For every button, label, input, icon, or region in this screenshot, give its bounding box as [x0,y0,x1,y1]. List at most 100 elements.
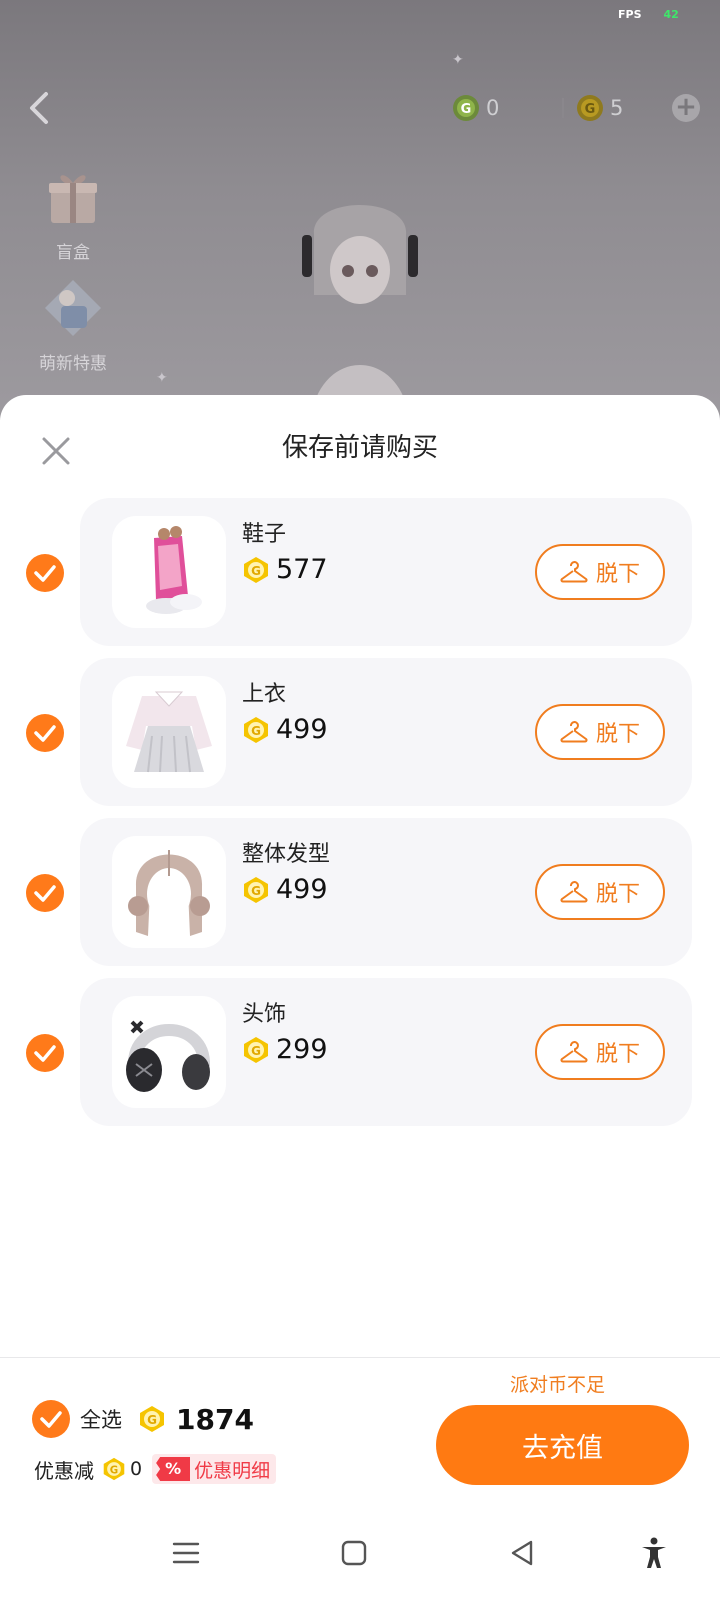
svg-text:G: G [147,1413,157,1427]
back-nav-button[interactable] [504,1535,540,1571]
gift-box-icon [49,175,97,223]
accessibility-button[interactable] [636,1535,672,1571]
take-off-button[interactable]: 脱下 [535,544,665,600]
accessibility-icon [642,1537,666,1568]
menu-button[interactable] [168,1535,204,1571]
item-row-top: 上衣 G 499 脱下 [0,658,720,806]
currency-bar: G 0 G 5 + [452,90,702,126]
item-checkbox[interactable] [26,554,64,592]
back-button[interactable] [22,88,58,128]
shoes-icon [146,526,202,614]
coin-icon: G [244,876,268,903]
currency-coin: G 5 [576,94,623,122]
fps-label: FPS [618,8,642,21]
coin-icon: G [103,1457,125,1481]
item-thumbnail [112,516,226,628]
svg-text:G: G [585,102,596,117]
select-all-checkbox[interactable] [32,1400,70,1438]
sheet-title: 保存前请购买 [281,433,438,463]
sparkle-icon: ✦ [156,370,168,386]
discount-badge: % [156,1457,191,1481]
svg-text:G: G [110,1464,118,1476]
svg-text:G: G [251,884,261,898]
item-thumbnail [112,676,226,788]
recharge-button[interactable]: 去充值 [436,1405,689,1485]
outfit-bundle-icon [45,280,101,336]
item-thumbnail [112,836,226,948]
take-off-label: 脱下 [595,1042,640,1067]
coin-icon: G [140,1406,164,1432]
checkmark-icon [34,725,56,742]
add-currency-button[interactable]: + [672,94,700,122]
item-price-value: 499 [276,714,328,745]
checkmark-icon [34,1045,56,1062]
item-price-value: 299 [276,1034,328,1065]
discount-row: 优惠减 G 0 % 优惠明细 [34,1454,277,1484]
hairstyle-icon [128,850,210,936]
item-checkbox[interactable] [26,874,64,912]
hanger-icon [560,561,588,583]
select-all-row: 全选 G 1874 [32,1400,254,1438]
currency-g: G 0 [452,94,499,122]
item-checkbox[interactable] [26,714,64,752]
avatar-character [302,205,418,420]
item-price: G 299 [242,1034,328,1065]
take-off-button[interactable]: 脱下 [535,704,665,760]
item-row-shoes: 鞋子 G 577 脱下 [0,498,720,646]
game-scene-background: FPS 42 G 0 G 5 + 盲盒 萌新特惠 ✦ ✦ [0,0,720,420]
hanger-icon [560,721,588,743]
total-price: 1874 [176,1402,254,1436]
coin-icon: G [577,95,603,121]
item-name: 上衣 [242,682,287,707]
take-off-button[interactable]: 脱下 [535,1024,665,1080]
currency-coin-value: 5 [610,96,624,120]
svg-text:G: G [251,724,261,738]
coin-icon: G [244,716,268,743]
currency-divider [562,98,564,118]
item-thumbnail [112,996,226,1108]
square-home-icon [341,1540,367,1566]
home-button[interactable] [336,1535,372,1571]
fps-value: 42 [663,8,679,21]
take-off-button[interactable]: 脱下 [535,864,665,920]
insufficient-balance-text: 派对币不足 [510,1374,606,1396]
item-price: G 577 [242,554,328,585]
newbie-offer-label: 萌新特惠 [39,354,107,374]
item-row-headwear: 头饰 G 299 脱下 [0,978,720,1126]
coin-icon: G [244,1036,268,1063]
checkmark-icon [34,885,56,902]
g-currency-icon: G [453,95,479,121]
item-price-value: 499 [276,874,328,905]
hanger-icon [560,1041,588,1063]
headphones-icon [126,1020,211,1092]
svg-text:G: G [251,1044,261,1058]
fps-counter: FPS 42 [618,8,679,21]
item-name: 鞋子 [242,522,287,547]
item-name: 整体发型 [242,842,331,867]
svg-text:G: G [251,564,261,578]
menu-icon [172,1542,200,1564]
item-price-value: 577 [276,554,328,585]
system-navigation-bar [0,1507,720,1600]
item-checkbox[interactable] [26,1034,64,1072]
item-price: G 499 [242,714,328,745]
discount-detail-label: 优惠明细 [194,1459,271,1482]
item-name: 头饰 [242,1002,287,1027]
currency-g-value: 0 [486,96,500,120]
take-off-label: 脱下 [595,722,640,747]
hanger-icon [560,881,588,903]
blind-box-entry[interactable]: 盲盒 [28,165,118,263]
newbie-offer-entry[interactable]: 萌新特惠 [28,276,118,374]
item-card: 鞋子 G 577 脱下 [80,498,692,646]
item-card: 上衣 G 499 脱下 [80,658,692,806]
plus-icon: + [675,92,697,122]
discount-detail-button[interactable]: % 优惠明细 [152,1454,277,1484]
item-price: G 499 [242,874,328,905]
item-card: 头饰 G 299 脱下 [80,978,692,1126]
item-row-hairstyle: 整体发型 G 499 脱下 [0,818,720,966]
top-icon [126,691,212,773]
coin-icon: G [244,556,268,583]
take-off-label: 脱下 [595,562,640,587]
checkmark-icon [40,1411,62,1428]
item-card: 整体发型 G 499 脱下 [80,818,692,966]
